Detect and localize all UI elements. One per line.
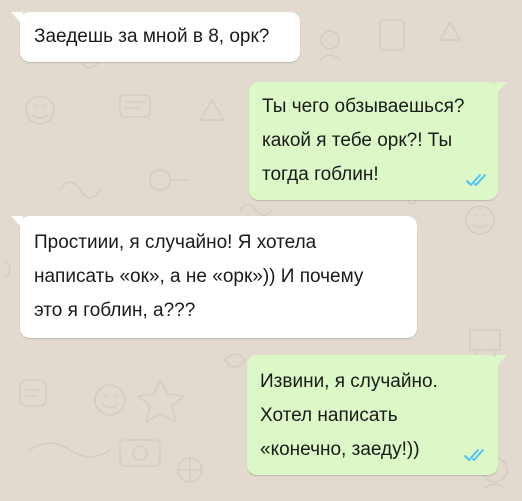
message-text-line: Хотел написать — [260, 405, 398, 426]
message-text-line: Извини, я случайно. — [260, 371, 438, 392]
bubble-tail — [11, 12, 23, 25]
outgoing-message-bubble[interactable]: Ты чего обзываешься? какой я тебе орк?! … — [249, 82, 507, 200]
message-text-line: тогда гоблин! — [262, 164, 379, 185]
bubble-tail — [11, 216, 23, 229]
incoming-message-bubble[interactable]: Заедешь за мной в 8, орк? — [11, 12, 300, 62]
message-text-line: какой я тебе орк?! Ты — [262, 130, 453, 151]
message-text-line: «конечно, заеду!)) — [260, 439, 420, 460]
message-text-line: Заедешь за мной в 8, орк? — [34, 26, 270, 47]
message-text-line: это я гоблин, а??? — [34, 300, 196, 321]
bubble-tail — [495, 82, 507, 95]
message-text-line: написать «ок», а не «орк»)) И почему — [34, 266, 364, 287]
bubble-tail — [495, 355, 507, 368]
double-check-read-icon — [466, 174, 486, 186]
incoming-message-bubble[interactable]: Простиии, я случайно! Я хотела написать … — [11, 216, 417, 338]
double-check-read-icon — [464, 449, 484, 461]
message-text-line: Ты чего обзываешься? — [262, 96, 465, 117]
message-text-line: Простиии, я случайно! Я хотела — [34, 232, 317, 253]
outgoing-message-bubble[interactable]: Извини, я случайно. Хотел написать «коне… — [247, 355, 507, 475]
